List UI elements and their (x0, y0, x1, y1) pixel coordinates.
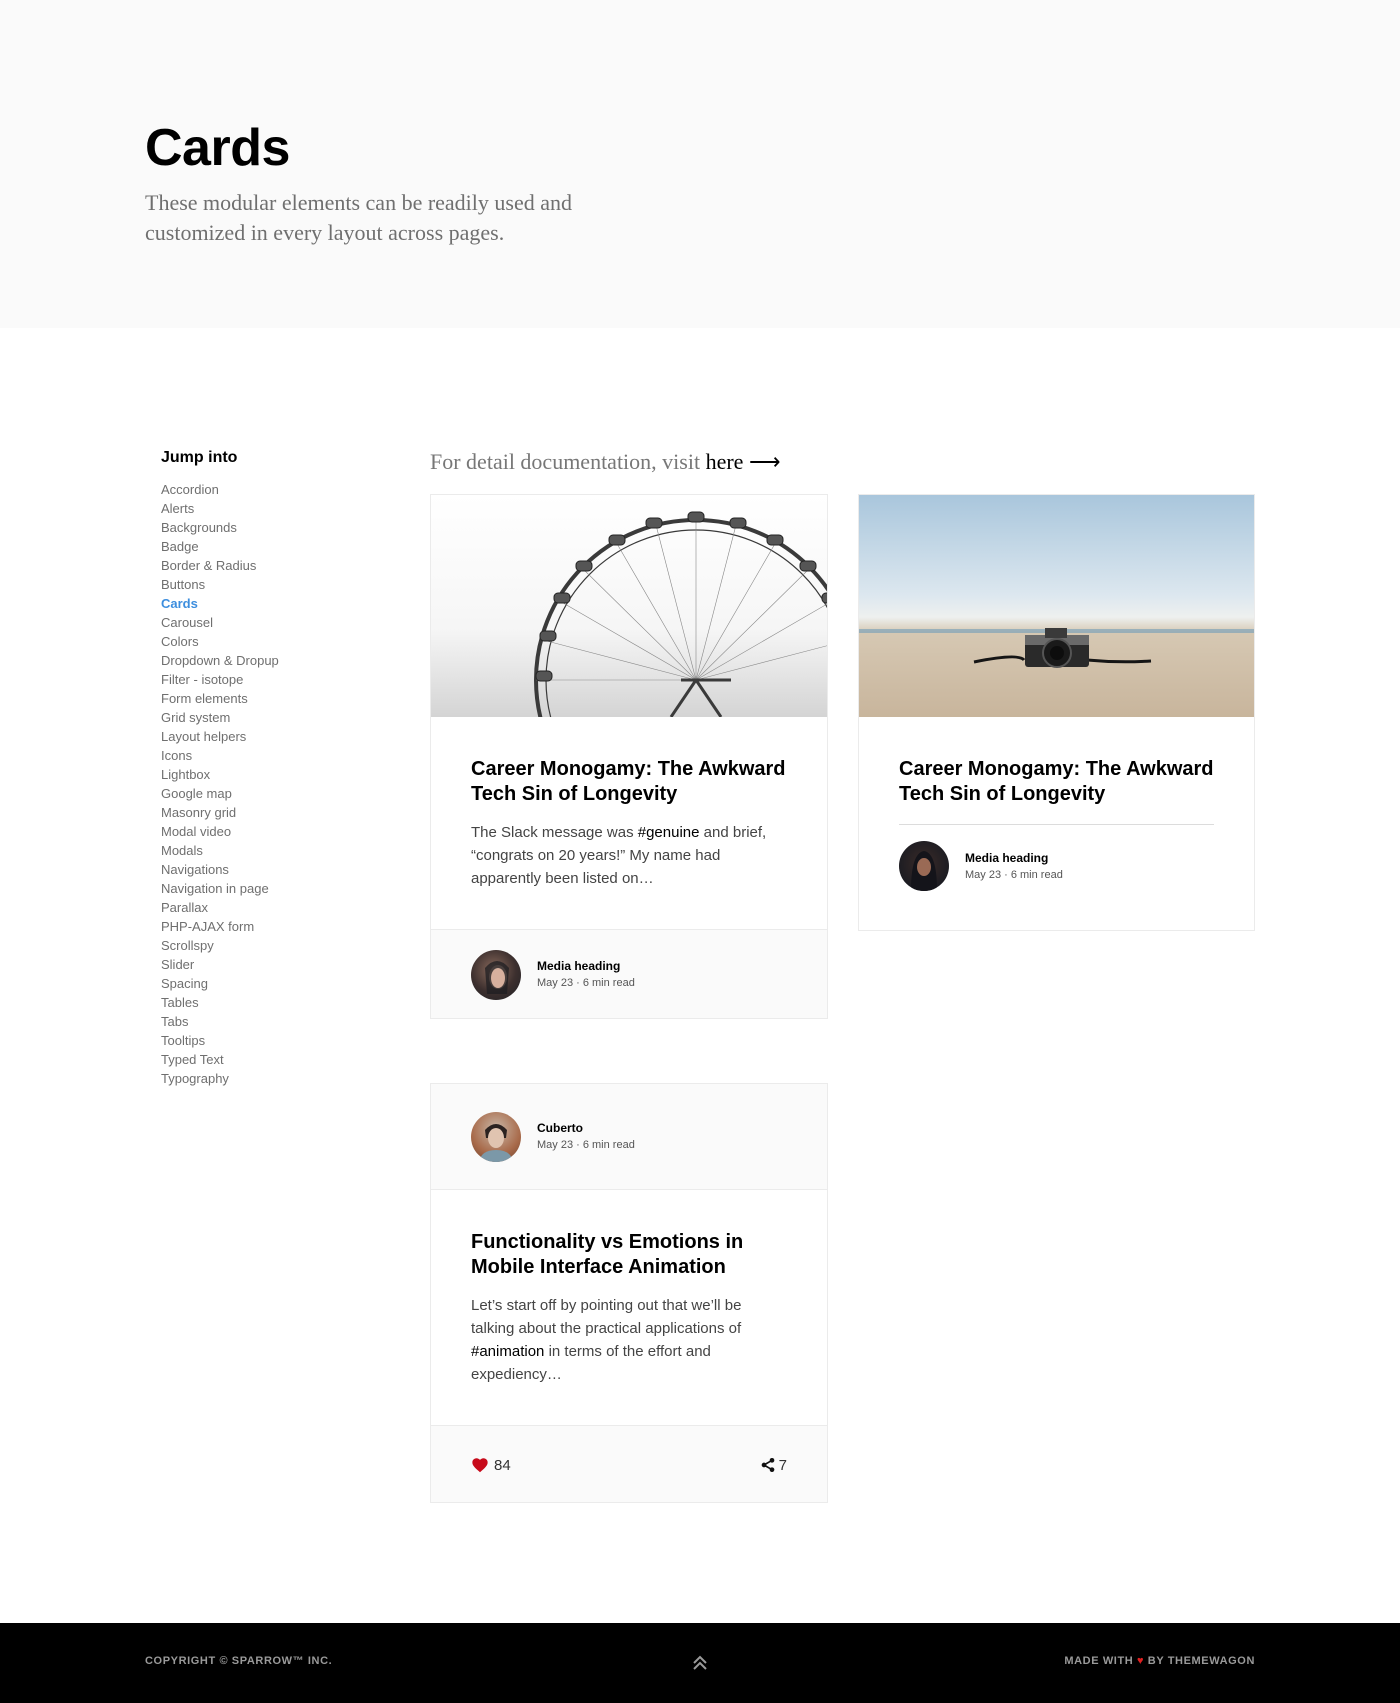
card-title[interactable]: Career Monogamy: The Awkward Tech Sin of… (471, 757, 787, 807)
documentation-line: For detail documentation, visit here ⟶ (430, 449, 780, 475)
media-object: Media heading May 23 · 6 min read (899, 841, 1214, 891)
card-divider (899, 824, 1214, 825)
card-footer: Media heading May 23 · 6 min read (431, 929, 827, 1018)
sidebar-item-parallax[interactable]: Parallax (161, 898, 401, 917)
media-meta: May 23 · 6 min read (537, 1139, 635, 1151)
sidebar-item-filter-isotope[interactable]: Filter - isotope (161, 670, 401, 689)
sidebar-item-lightbox[interactable]: Lightbox (161, 765, 401, 784)
sidebar-item-modal-video[interactable]: Modal video (161, 822, 401, 841)
sidebar-item-carousel[interactable]: Carousel (161, 613, 401, 632)
avatar[interactable] (471, 949, 521, 1000)
themewagon-link[interactable]: BY THEMEWAGON (1148, 1655, 1255, 1667)
person-avatar-image (911, 851, 937, 891)
sidebar-item-modals[interactable]: Modals (161, 841, 401, 860)
ferris-wheel-image (431, 495, 827, 717)
card-actions: 84 7 (431, 1425, 827, 1502)
sidebar-item-border-radius[interactable]: Border & Radius (161, 556, 401, 575)
hashtag-link[interactable]: #animation (471, 1343, 544, 1360)
double-chevron-up-icon (693, 1655, 707, 1670)
sidebar-item-icons[interactable]: Icons (161, 746, 401, 765)
sidebar: Jump into Accordion Alerts Backgrounds Badg… (161, 446, 401, 1088)
copyright-text: COPYRIGHT © SPARROW™ INC. (145, 1655, 333, 1667)
sidebar-item-buttons[interactable]: Buttons (161, 575, 401, 594)
media-info: Media heading May 23 · 6 min read (537, 958, 635, 991)
share-count: 7 (778, 1456, 787, 1474)
sidebar-item-cards[interactable]: Cards (161, 594, 401, 613)
sidebar-item-php-ajax-form[interactable]: PHP-AJAX form (161, 917, 401, 936)
card-body: Career Monogamy: The Awkward Tech Sin of… (859, 717, 1254, 891)
arrow-right-icon: ⟶ (748, 449, 781, 474)
avatar[interactable] (471, 1111, 521, 1162)
media-heading[interactable]: Media heading (537, 958, 635, 975)
sidebar-item-tooltips[interactable]: Tooltips (161, 1031, 401, 1050)
sidebar-item-navigation-in-page[interactable]: Navigation in page (161, 879, 401, 898)
sidebar-item-typography[interactable]: Typography (161, 1069, 401, 1088)
heart-icon: ♥ (1136, 1655, 1145, 1667)
sidebar-item-tables[interactable]: Tables (161, 993, 401, 1012)
site-footer: COPYRIGHT © SPARROW™ INC. MADE WITH ♥ BY… (0, 1623, 1400, 1703)
card-title[interactable]: Career Monogamy: The Awkward Tech Sin of… (899, 757, 1214, 807)
card-text-before: The Slack message was (471, 824, 634, 841)
media-heading[interactable]: Media heading (965, 850, 1063, 867)
card-text-before: Let’s start off by pointing out that we’… (471, 1297, 742, 1337)
heart-icon (472, 1458, 488, 1473)
author-name[interactable]: Cuberto (537, 1120, 635, 1137)
card-body: Career Monogamy: The Awkward Tech Sin of… (431, 717, 827, 929)
sidebar-item-typed-text[interactable]: Typed Text (161, 1050, 401, 1069)
made-with-text: MADE WITH ♥ BY THEMEWAGON (1064, 1655, 1255, 1667)
media-info: Media heading May 23 · 6 min read (965, 850, 1063, 883)
card-title[interactable]: Functionality vs Emotions in Mobile Inte… (471, 1230, 787, 1280)
camera-illustration (859, 628, 1254, 668)
share-button[interactable]: 7 (760, 1457, 787, 1474)
page-subtitle: These modular elements can be readily us… (145, 190, 573, 245)
media-meta: May 23 · 6 min read (537, 977, 635, 989)
documentation-link-label: here (705, 449, 744, 474)
sidebar-item-badge[interactable]: Badge (161, 537, 401, 556)
sidebar-item-dropdown-dropup[interactable]: Dropdown & Dropup (161, 651, 401, 670)
sidebar-item-backgrounds[interactable]: Backgrounds (161, 518, 401, 537)
back-to-top-button[interactable] (691, 1653, 709, 1673)
camera-on-beach-image (859, 495, 1254, 717)
media-object: Cuberto May 23 · 6 min read (471, 1084, 787, 1189)
like-button[interactable]: 84 (471, 1457, 511, 1474)
sidebar-list: Accordion Alerts Backgrounds Badge Border & … (161, 480, 401, 1088)
sidebar-item-tabs[interactable]: Tabs (161, 1012, 401, 1031)
ferris-wheel-illustration (534, 511, 827, 717)
sidebar-title: Jump into (161, 449, 238, 466)
card-cuberto: Cuberto May 23 · 6 min read Functionalit… (430, 1083, 828, 1503)
page-header: Cards These modular elements can be read… (0, 0, 1400, 328)
card-camera: Career Monogamy: The Awkward Tech Sin of… (858, 494, 1255, 931)
documentation-text: For detail documentation, visit (430, 449, 701, 474)
page-title: Cards (145, 119, 290, 177)
sidebar-item-navigations[interactable]: Navigations (161, 860, 401, 879)
sidebar-item-layout-helpers[interactable]: Layout helpers (161, 727, 401, 746)
sidebar-item-colors[interactable]: Colors (161, 632, 401, 651)
card-header: Cuberto May 23 · 6 min read (431, 1084, 827, 1190)
sidebar-item-form-elements[interactable]: Form elements (161, 689, 401, 708)
person-avatar-image (479, 1123, 513, 1162)
sidebar-item-scrollspy[interactable]: Scrollspy (161, 936, 401, 955)
hashtag-link[interactable]: #genuine (638, 824, 700, 841)
sidebar-item-spacing[interactable]: Spacing (161, 974, 401, 993)
card-text: The Slack message was #genuine and brief… (471, 821, 787, 890)
person-avatar-image (485, 960, 509, 994)
sidebar-item-slider[interactable]: Slider (161, 955, 401, 974)
card-body: Functionality vs Emotions in Mobile Inte… (431, 1190, 827, 1425)
avatar[interactable] (899, 841, 949, 891)
made-with-prefix: MADE WITH (1064, 1655, 1134, 1667)
sidebar-item-grid-system[interactable]: Grid system (161, 708, 401, 727)
share-icon (761, 1458, 774, 1472)
media-meta: May 23 · 6 min read (965, 868, 1063, 881)
media-info: Cuberto May 23 · 6 min read (537, 1120, 635, 1153)
card-text: Let’s start off by pointing out that we’… (471, 1294, 787, 1386)
like-count: 84 (494, 1456, 511, 1474)
sidebar-item-accordion[interactable]: Accordion (161, 480, 401, 499)
sidebar-item-google-map[interactable]: Google map (161, 784, 401, 803)
sidebar-item-alerts[interactable]: Alerts (161, 499, 401, 518)
sidebar-item-masonry-grid[interactable]: Masonry grid (161, 803, 401, 822)
documentation-link[interactable]: here ⟶ (706, 449, 781, 474)
card-ferris-wheel: Career Monogamy: The Awkward Tech Sin of… (430, 494, 828, 1019)
media-object: Media heading May 23 · 6 min read (471, 930, 787, 1018)
